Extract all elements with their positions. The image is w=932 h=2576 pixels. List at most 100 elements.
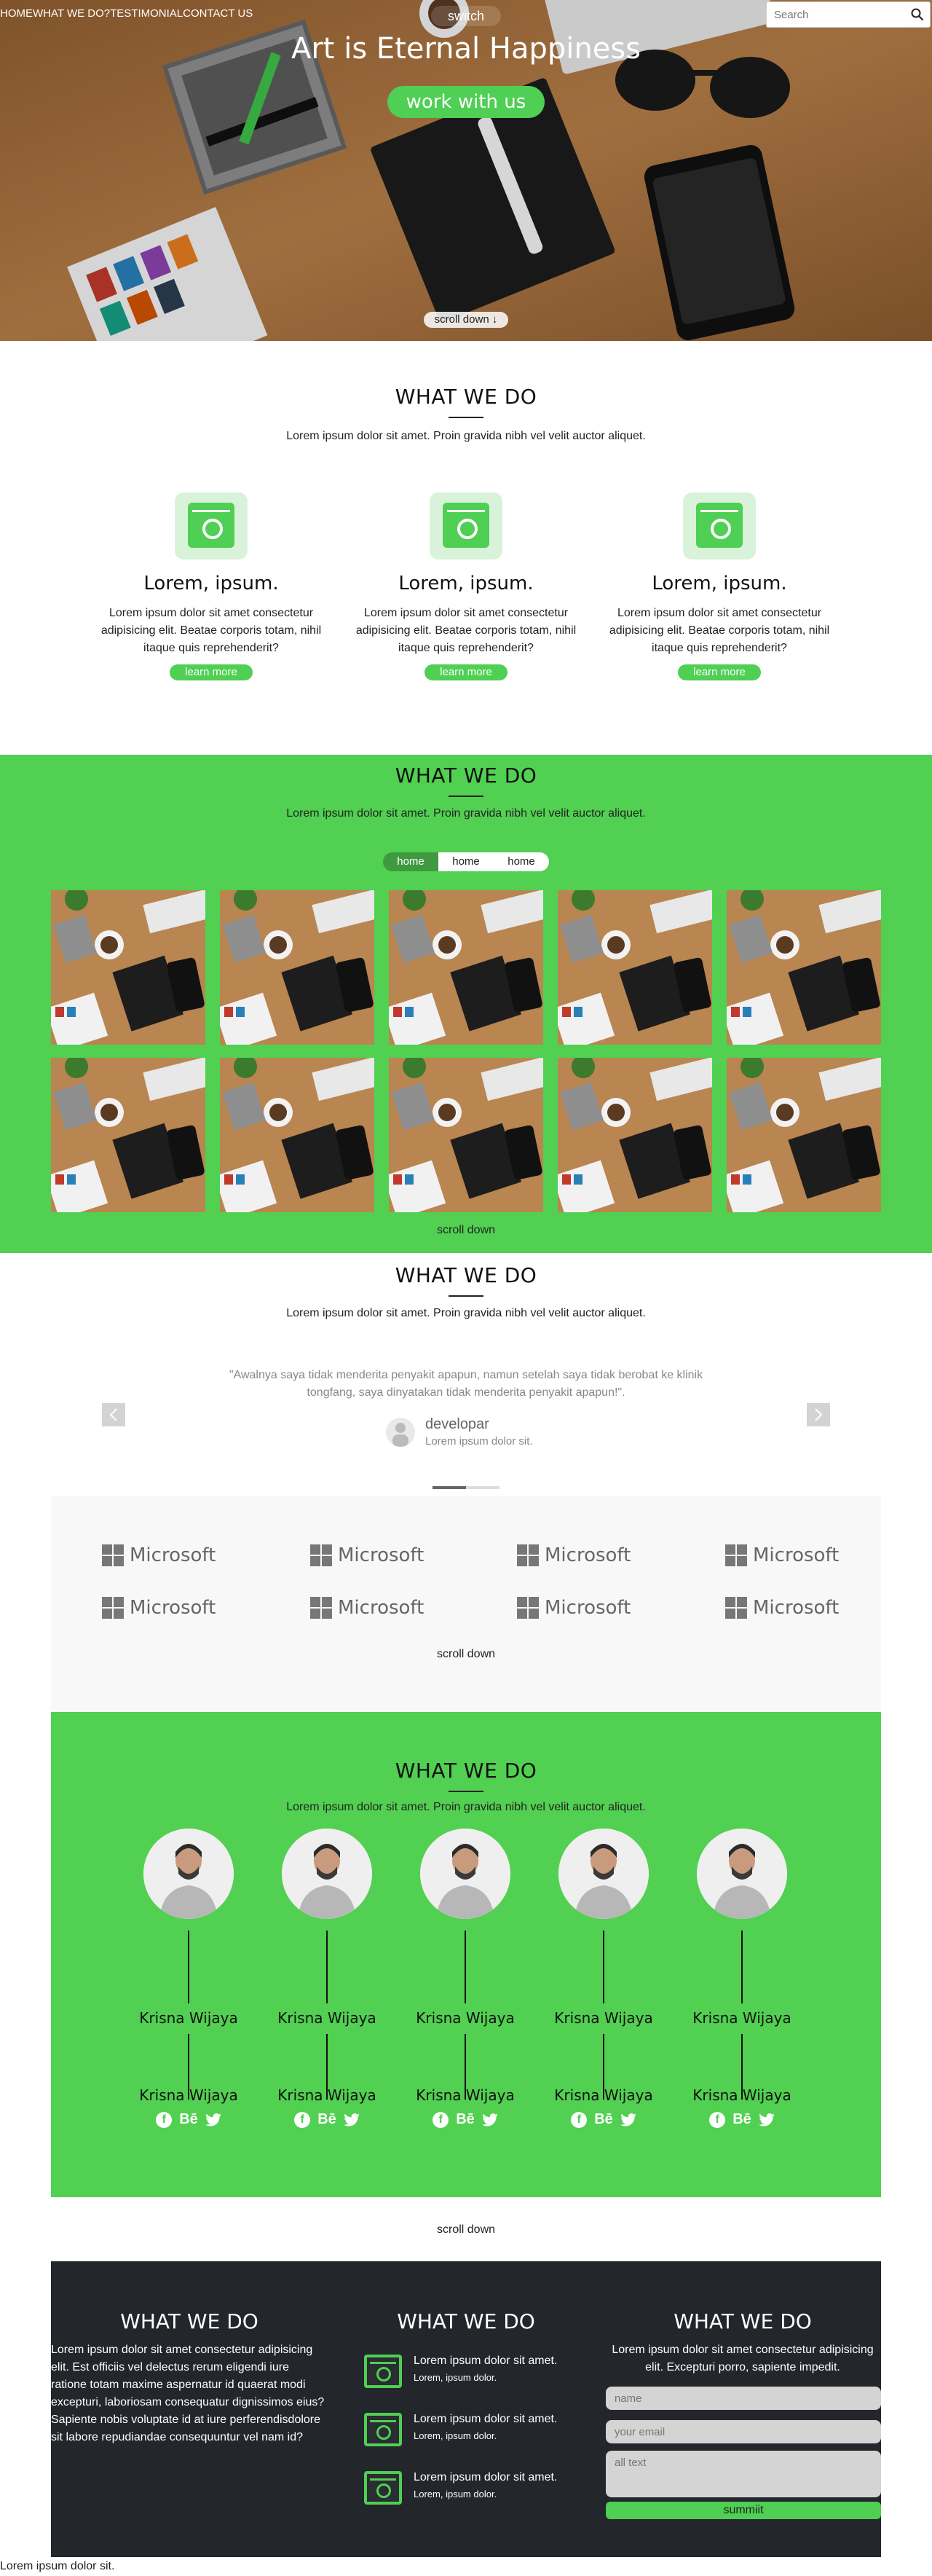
switch-button[interactable]: switch [431,6,501,26]
submit-button[interactable]: summiit [606,2502,881,2519]
twitter-icon[interactable] [620,2113,636,2127]
learn-more-button[interactable]: learn more [170,664,253,680]
carousel-next-button[interactable] [807,1403,830,1426]
footer-col1-text: Lorem ipsum dolor sit amet consectetur a… [51,2344,325,2443]
person-icon [392,1423,408,1447]
portfolio-thumbnail[interactable] [558,890,712,1045]
message-field[interactable] [606,2451,881,2497]
clients-scroll-down[interactable]: scroll down [0,1648,932,1661]
social-links: f Bē [265,2111,389,2128]
client-logo-text: Microsoft [130,1544,216,1566]
hero-section: HOME WHAT WE DO? TESTIMONIAL CONTACT US … [0,0,932,341]
portfolio-thumbnail[interactable] [389,890,543,1045]
service-text: Lorem ipsum dolor sit amet consectetur a… [609,607,830,654]
search-icon[interactable] [911,8,924,21]
client-logo: Microsoft [102,1544,216,1566]
team-scroll-down[interactable]: scroll down [0,2223,932,2237]
portfolio-thumbnail[interactable] [558,1058,712,1212]
work-with-us-button[interactable]: work with us [387,86,545,118]
nav-link-what-we-do[interactable]: WHAT WE DO? [33,7,110,20]
service-text: Lorem ipsum dolor sit amet consectetur a… [355,607,577,654]
microsoft-logo-icon [725,1544,747,1566]
behance-icon[interactable]: Bē [317,2111,336,2128]
behance-icon[interactable]: Bē [179,2111,198,2128]
person-photo [558,1829,649,1919]
desk-photo [389,1058,543,1212]
team-member: Krisna Wijaya Krisna Wijaya f Bē [403,1829,527,2128]
twitter-icon[interactable] [758,2113,775,2127]
member-name: Krisna Wijaya [277,2086,376,2104]
nav-link-testimonial[interactable]: TESTIMONIAL [110,7,183,20]
avatar [143,1829,234,1919]
avatar [558,1829,649,1919]
desk-photo [727,890,881,1045]
microsoft-logo-icon [725,1597,747,1619]
filter-tab[interactable]: home [383,852,438,871]
carousel-prev-button[interactable] [102,1403,125,1426]
filter-tab[interactable]: home [494,852,549,871]
facebook-icon[interactable]: f [709,2111,726,2128]
footer-col3-title: WHAT WE DO [674,2309,812,2333]
portfolio-title-underline [449,796,483,797]
nav-link-home[interactable]: HOME [0,7,33,20]
microsoft-logo-icon [102,1597,124,1619]
carousel-indicator[interactable] [433,1486,499,1489]
search-input[interactable] [767,2,905,27]
testimonial-title-underline [449,1295,483,1297]
filter-tab[interactable]: home [438,852,494,871]
team-subtitle: Lorem ipsum dolor sit amet. Proin gravid… [286,1801,646,1813]
member-name: Krisna Wijaya [277,2009,376,2027]
avatar [282,1829,372,1919]
portfolio-filter: home home home [383,852,549,871]
services-subtitle: Lorem ipsum dolor sit amet. Proin gravid… [286,430,646,442]
member-name: Krisna Wijaya [692,2009,791,2027]
email-field[interactable] [606,2420,881,2443]
portfolio-thumbnail[interactable] [220,1058,374,1212]
social-links: f Bē [403,2111,527,2128]
nav-link-contact-us[interactable]: CONTACT US [183,7,253,20]
portfolio-thumbnail[interactable] [727,1058,881,1212]
person-photo [420,1829,510,1919]
portfolio-thumbnail[interactable] [220,890,374,1045]
behance-icon[interactable]: Bē [594,2111,613,2128]
twitter-icon[interactable] [205,2113,221,2127]
learn-more-button[interactable]: learn more [678,664,761,680]
twitter-icon[interactable] [343,2113,360,2127]
facebook-icon[interactable]: f [571,2111,588,2128]
team-member: Krisna Wijaya Krisna Wijaya f Bē [680,1829,804,2128]
behance-icon[interactable]: Bē [456,2111,475,2128]
facebook-icon[interactable]: f [156,2111,173,2128]
client-logo-text: Microsoft [545,1597,631,1619]
twitter-icon[interactable] [481,2113,498,2127]
testimonial-quote: "Awalnya saya tidak menderita penyakit a… [229,1369,703,1399]
footer-contact-item: Lorem ipsum dolor sit amet. Lorem, ipsum … [364,2413,557,2446]
portfolio-thumbnail[interactable] [727,890,881,1045]
team-member: Krisna Wijaya Krisna Wijaya f Bē [127,1829,250,2128]
portfolio-thumbnail[interactable] [51,1058,205,1212]
behance-icon[interactable]: Bē [732,2111,751,2128]
service-card: Lorem, ipsum. Lorem ipsum dolor sit amet… [342,492,590,680]
facebook-icon[interactable]: f [294,2111,311,2128]
divider-line [741,1931,743,2003]
client-logo: Microsoft [310,1597,424,1619]
footer-item-small: Lorem, ipsum dolor. [414,2489,497,2500]
avatar [420,1829,510,1919]
desk-photo [727,1058,881,1212]
portfolio-scroll-down[interactable]: scroll down [0,1224,932,1237]
service-title: Lorem, ipsum. [652,573,787,594]
hero-scroll-down-button[interactable]: scroll down ↓ [424,312,508,328]
desk-photo [220,890,374,1045]
footer-contact-item: Lorem ipsum dolor sit amet. Lorem, ipsum … [364,2471,557,2505]
facebook-icon[interactable]: f [433,2111,449,2128]
name-field[interactable] [606,2387,881,2410]
testimonial-author-name: developar [425,1416,489,1432]
microsoft-logo-icon [310,1544,332,1566]
microsoft-logo-icon [517,1544,539,1566]
learn-more-button[interactable]: learn more [424,664,508,680]
member-name: Krisna Wijaya [416,2086,515,2104]
portfolio-thumbnail[interactable] [51,890,205,1045]
portfolio-thumbnail[interactable] [389,1058,543,1212]
footer-col2-title: WHAT WE DO [397,2309,535,2333]
footer-col1-title: WHAT WE DO [120,2309,258,2333]
divider-line [188,1931,189,2003]
